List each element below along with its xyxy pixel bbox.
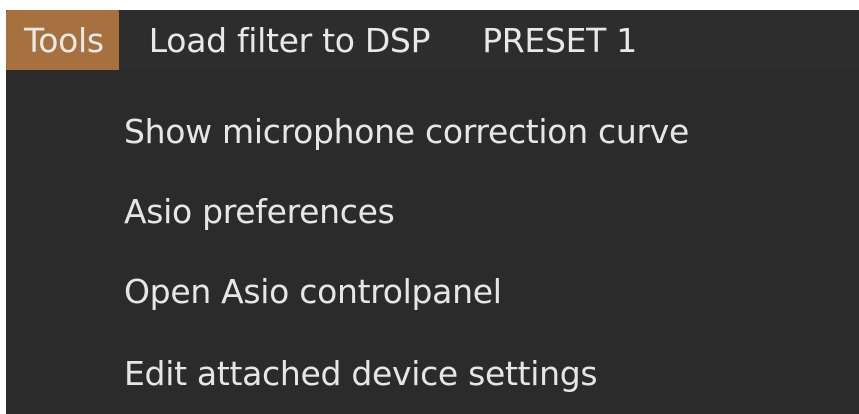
menu-bar: Tools Load filter to DSP PRESET 1 <box>6 10 859 70</box>
app-frame: Tools Load filter to DSP PRESET 1 Show m… <box>0 0 859 414</box>
menu-item-edit-attached-device-settings[interactable]: Edit attached device settings <box>124 332 598 414</box>
menu-tools[interactable]: Tools <box>6 10 119 70</box>
menu-item-asio-preferences[interactable]: Asio preferences <box>124 170 395 252</box>
menu-item-open-asio-controlpanel[interactable]: Open Asio controlpanel <box>124 250 502 332</box>
tools-dropdown-menu: Show microphone correction curve Asio pr… <box>6 70 859 414</box>
menu-item-show-microphone-correction-curve[interactable]: Show microphone correction curve <box>124 90 689 172</box>
menu-preset[interactable]: PRESET 1 <box>430 10 637 70</box>
menu-load-filter-to-dsp[interactable]: Load filter to DSP <box>119 10 431 70</box>
